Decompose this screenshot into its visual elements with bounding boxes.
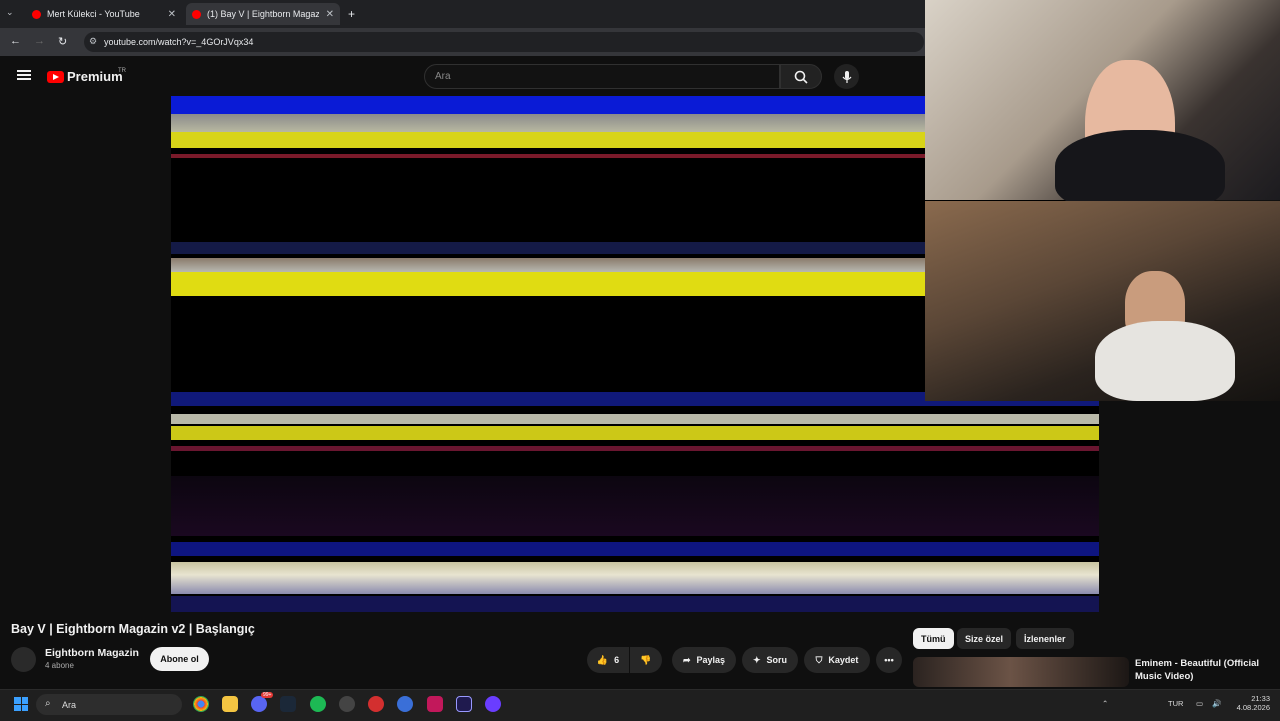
youtube-favicon-icon bbox=[32, 9, 41, 19]
glitch-stripe bbox=[171, 96, 925, 114]
microphone-icon bbox=[842, 70, 851, 83]
save-button[interactable]: ⛉ Kaydet bbox=[804, 647, 870, 673]
subscriber-count: 4 abone bbox=[45, 661, 74, 670]
guest-body bbox=[1095, 321, 1235, 401]
like-count: 6 bbox=[614, 655, 620, 665]
thumbs-down-icon: 👎 bbox=[640, 654, 652, 665]
video-title: Bay V | Eightborn Magazin v2 | Başlangıç bbox=[11, 622, 255, 636]
taskbar-search[interactable]: Ara bbox=[36, 694, 182, 715]
menu-icon[interactable] bbox=[17, 68, 31, 82]
glitch-stripe bbox=[171, 562, 1099, 594]
voice-search-button[interactable] bbox=[834, 64, 859, 89]
url-field[interactable]: youtube.com/watch?v=_4GOrJVqx34 bbox=[84, 32, 924, 52]
tab-list-chevron-icon[interactable]: ⌄ bbox=[6, 7, 14, 18]
more-actions-button[interactable]: ••• bbox=[876, 647, 902, 673]
site-info-icon[interactable]: ⚙ bbox=[89, 36, 97, 47]
notification-badge: 99+ bbox=[261, 692, 274, 698]
clock-date: 4.08.2026 bbox=[1236, 703, 1270, 712]
search-input[interactable]: Ara bbox=[424, 64, 780, 89]
recommendation-thumbnail[interactable] bbox=[913, 657, 1129, 687]
glitch-stripe bbox=[171, 596, 1099, 612]
youtube-premium-logo[interactable]: Premium bbox=[47, 69, 123, 84]
subscribe-button[interactable]: Abone ol bbox=[150, 647, 209, 671]
tray-chevron-icon[interactable]: ⌃ bbox=[1102, 699, 1108, 708]
app-icon[interactable] bbox=[339, 696, 355, 712]
glitch-stripe bbox=[171, 476, 1099, 536]
file-explorer-icon[interactable] bbox=[222, 696, 238, 712]
adobe-icon[interactable] bbox=[427, 696, 443, 712]
region-code: TR bbox=[118, 68, 126, 74]
channel-name[interactable]: Eightborn Magazin bbox=[45, 647, 139, 659]
close-tab-icon[interactable]: ✕ bbox=[168, 9, 176, 20]
dislike-button[interactable]: 👎 bbox=[630, 647, 662, 673]
reload-icon[interactable]: ↻ bbox=[58, 35, 67, 48]
chip-watched[interactable]: İzlenenler bbox=[1016, 628, 1074, 649]
glitch-stripe bbox=[171, 426, 1099, 440]
spotify-icon[interactable] bbox=[310, 696, 326, 712]
glitch-stripe bbox=[171, 132, 925, 148]
recommendation-title[interactable]: Eminem - Beautiful (Official Music Video… bbox=[1135, 657, 1275, 683]
ask-label: Soru bbox=[766, 655, 788, 665]
volume-icon[interactable]: 🔊 bbox=[1212, 699, 1221, 708]
search-icon bbox=[794, 70, 808, 84]
glitch-stripe bbox=[171, 272, 925, 296]
chrome-icon[interactable] bbox=[193, 696, 209, 712]
tab-eightborn[interactable]: (1) Bay V | Eightborn Magazin v ✕ bbox=[186, 3, 340, 25]
search-icon: ⌕ bbox=[45, 698, 51, 709]
search-button[interactable] bbox=[780, 64, 822, 89]
sparkle-icon: ✦ bbox=[752, 654, 761, 665]
tab-label: (1) Bay V | Eightborn Magazin v bbox=[207, 9, 319, 19]
windows-taskbar bbox=[0, 689, 1280, 721]
streamer-webcam-top bbox=[925, 0, 1280, 210]
premiere-pro-icon[interactable] bbox=[456, 696, 472, 712]
valorant-icon[interactable] bbox=[368, 696, 384, 712]
tab-label: Mert Külekci - YouTube bbox=[47, 9, 140, 19]
tab-mert-kulekci[interactable]: Mert Külekci - YouTube ✕ bbox=[26, 3, 182, 25]
close-tab-icon[interactable]: ✕ bbox=[326, 9, 334, 20]
obs-icon[interactable] bbox=[485, 696, 501, 712]
glitch-stripe bbox=[171, 242, 925, 254]
share-button[interactable]: ➦ Paylaş bbox=[672, 647, 736, 673]
glitch-stripe bbox=[171, 414, 1099, 424]
streamer-webcam-bottom bbox=[925, 201, 1280, 401]
bookmark-icon: ⛉ bbox=[815, 654, 823, 665]
save-label: Kaydet bbox=[828, 655, 859, 665]
forward-icon[interactable]: → bbox=[34, 35, 45, 47]
glitch-stripe bbox=[171, 154, 925, 158]
windows-start-icon[interactable] bbox=[14, 697, 28, 711]
discord-icon[interactable] bbox=[251, 696, 267, 712]
more-icon: ••• bbox=[884, 655, 894, 665]
share-label: Paylaş bbox=[696, 655, 726, 665]
streamer-body bbox=[1055, 130, 1225, 210]
chip-all[interactable]: Tümü bbox=[913, 628, 954, 649]
ask-button[interactable]: ✦ Soru bbox=[742, 647, 798, 673]
back-icon[interactable]: ← bbox=[10, 35, 21, 47]
thumbs-up-icon: 👍 bbox=[596, 654, 609, 665]
like-button[interactable]: 👍 6 bbox=[587, 647, 629, 673]
taskbar-search-label: Ara bbox=[62, 699, 77, 710]
network-icon[interactable]: ▭ bbox=[1196, 699, 1203, 708]
youtube-favicon-icon bbox=[192, 9, 201, 19]
glitch-stripe bbox=[171, 446, 1099, 451]
glitch-stripe bbox=[171, 258, 925, 272]
chip-for-you[interactable]: Size özel bbox=[957, 628, 1012, 649]
share-icon: ➦ bbox=[682, 654, 691, 665]
clock-time: 21:33 bbox=[1251, 694, 1270, 703]
logo-text: Premium bbox=[67, 69, 123, 84]
url-text: youtube.com/watch?v=_4GOrJVqx34 bbox=[104, 37, 254, 47]
input-language[interactable]: TUR bbox=[1168, 699, 1183, 708]
glitch-stripe bbox=[171, 114, 925, 132]
glitch-stripe bbox=[171, 542, 1099, 556]
clock[interactable]: 21:33 4.08.2026 bbox=[1236, 694, 1270, 712]
steam-icon[interactable] bbox=[280, 696, 296, 712]
app-icon[interactable] bbox=[397, 696, 413, 712]
youtube-logo-icon bbox=[47, 70, 64, 83]
new-tab-icon[interactable]: + bbox=[348, 7, 355, 21]
channel-avatar[interactable] bbox=[11, 647, 36, 672]
